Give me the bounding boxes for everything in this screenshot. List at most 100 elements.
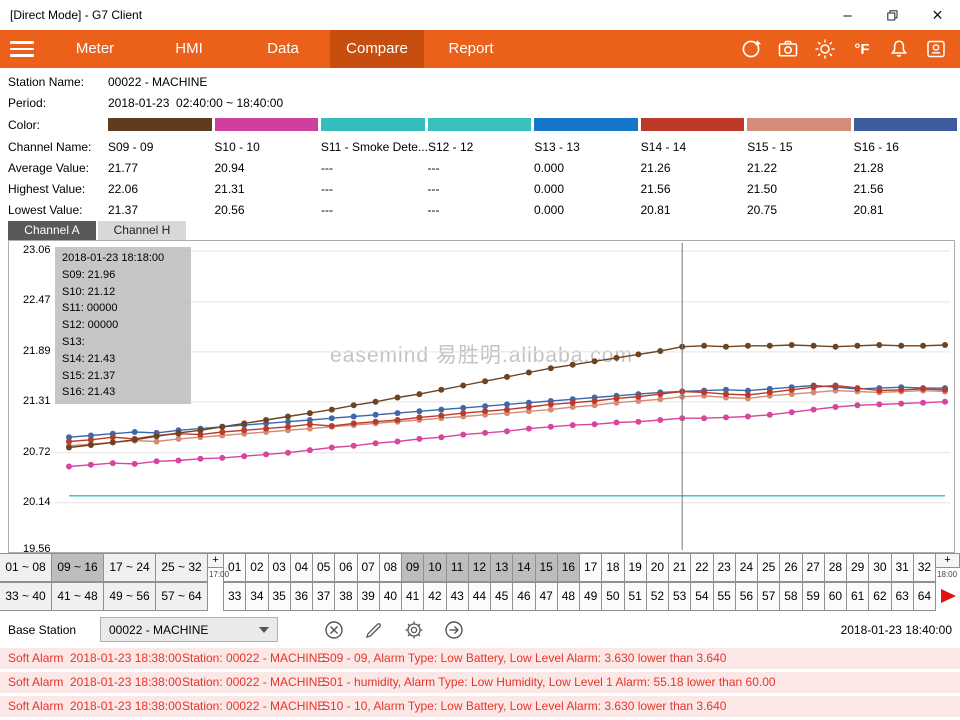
- trend-chart[interactable]: easemind 易胜明.alibaba.com 23.06 22.47 21.…: [8, 240, 955, 553]
- channel-number-cell[interactable]: 38: [334, 582, 357, 611]
- channel-number-cell[interactable]: 41: [401, 582, 424, 611]
- channel-number-cell[interactable]: 47: [535, 582, 558, 611]
- channel-range-cell[interactable]: 41 ~ 48: [51, 582, 104, 611]
- channel-number-cell[interactable]: 05: [312, 553, 335, 582]
- temperature-unit-icon[interactable]: °F: [850, 37, 874, 61]
- alarm-row[interactable]: Soft Alarm 2018-01-23 18:38:00 Station: …: [0, 672, 960, 693]
- channel-number-cell[interactable]: 15: [535, 553, 558, 582]
- channel-number-cell[interactable]: 35: [268, 582, 291, 611]
- menu-icon[interactable]: [10, 37, 34, 61]
- channel-number-cell[interactable]: 20: [646, 553, 669, 582]
- channel-number-cell[interactable]: 32: [913, 553, 936, 582]
- channel-range-cell[interactable]: 33 ~ 40: [0, 582, 52, 611]
- channel-number-cell[interactable]: 17: [579, 553, 602, 582]
- alarm-bell-icon[interactable]: [887, 37, 911, 61]
- channel-number-cell[interactable]: 46: [512, 582, 535, 611]
- tab-channel-a[interactable]: Channel A: [8, 221, 96, 240]
- channel-number-cell[interactable]: 09: [401, 553, 424, 582]
- channel-number-cell[interactable]: 16: [557, 553, 580, 582]
- channel-range-cell[interactable]: 25 ~ 32: [155, 553, 208, 582]
- brightness-icon[interactable]: [813, 37, 837, 61]
- channel-number-cell[interactable]: 63: [891, 582, 914, 611]
- channel-number-cell[interactable]: 40: [379, 582, 402, 611]
- channel-number-cell[interactable]: 59: [802, 582, 825, 611]
- channel-number-cell[interactable]: 25: [757, 553, 780, 582]
- channel-number-cell[interactable]: 45: [490, 582, 513, 611]
- sync-icon[interactable]: [739, 37, 763, 61]
- channel-number-cell[interactable]: 04: [290, 553, 313, 582]
- channel-number-cell[interactable]: 42: [423, 582, 446, 611]
- channel-number-cell[interactable]: 54: [690, 582, 713, 611]
- channel-number-cell[interactable]: 29: [846, 553, 869, 582]
- channel-number-cell[interactable]: 24: [735, 553, 758, 582]
- go-arrow-icon[interactable]: [442, 618, 466, 642]
- edit-icon[interactable]: [362, 618, 386, 642]
- expand-channels-button[interactable]: +: [935, 553, 960, 568]
- channel-number-cell[interactable]: 33: [223, 582, 246, 611]
- channel-number-cell[interactable]: 53: [668, 582, 691, 611]
- channel-number-cell[interactable]: 56: [735, 582, 758, 611]
- close-button[interactable]: ×: [915, 0, 960, 30]
- camera-icon[interactable]: [776, 37, 800, 61]
- clear-icon[interactable]: [322, 618, 346, 642]
- base-station-select[interactable]: 00022 - MACHINE: [100, 617, 278, 642]
- maximize-button[interactable]: [870, 0, 915, 30]
- tab-report[interactable]: Report: [424, 30, 518, 68]
- tab-hmi[interactable]: HMI: [142, 30, 236, 68]
- channel-number-cell[interactable]: 31: [891, 553, 914, 582]
- channel-number-cell[interactable]: 08: [379, 553, 402, 582]
- channel-number-cell[interactable]: 57: [757, 582, 780, 611]
- expand-channels-button[interactable]: +: [207, 553, 224, 568]
- channel-number-cell[interactable]: 55: [713, 582, 736, 611]
- alarm-row[interactable]: Soft Alarm 2018-01-23 18:38:00 Station: …: [0, 696, 960, 717]
- channel-number-cell[interactable]: 58: [779, 582, 802, 611]
- channel-number-cell[interactable]: 50: [601, 582, 624, 611]
- channel-number-cell[interactable]: 14: [512, 553, 535, 582]
- channel-number-cell[interactable]: 03: [268, 553, 291, 582]
- channel-number-cell[interactable]: 51: [624, 582, 647, 611]
- alarm-row[interactable]: Soft Alarm 2018-01-23 18:38:00 Station: …: [0, 648, 960, 669]
- channel-number-cell[interactable]: 48: [557, 582, 580, 611]
- tab-data[interactable]: Data: [236, 30, 330, 68]
- channel-number-cell[interactable]: 18: [601, 553, 624, 582]
- channel-number-cell[interactable]: 22: [690, 553, 713, 582]
- channel-number-cell[interactable]: 02: [245, 553, 268, 582]
- tab-compare[interactable]: Compare: [330, 30, 424, 68]
- channel-number-cell[interactable]: 19: [624, 553, 647, 582]
- channel-number-cell[interactable]: 43: [446, 582, 469, 611]
- channel-number-cell[interactable]: 39: [357, 582, 380, 611]
- channel-number-cell[interactable]: 23: [713, 553, 736, 582]
- channel-number-cell[interactable]: 62: [868, 582, 891, 611]
- channel-number-cell[interactable]: 07: [357, 553, 380, 582]
- channel-number-cell[interactable]: 21: [668, 553, 691, 582]
- channel-number-cell[interactable]: 11: [446, 553, 469, 582]
- channel-number-cell[interactable]: 52: [646, 582, 669, 611]
- channel-number-cell[interactable]: 10: [423, 553, 446, 582]
- tab-meter[interactable]: Meter: [48, 30, 142, 68]
- channel-number-cell[interactable]: 30: [868, 553, 891, 582]
- channel-number-cell[interactable]: 27: [802, 553, 825, 582]
- channel-range-cell[interactable]: 57 ~ 64: [155, 582, 208, 611]
- tab-channel-h[interactable]: Channel H: [98, 221, 186, 240]
- channel-number-cell[interactable]: 64: [913, 582, 936, 611]
- channel-number-cell[interactable]: 61: [846, 582, 869, 611]
- channel-number-cell[interactable]: 13: [490, 553, 513, 582]
- channel-number-cell[interactable]: 28: [824, 553, 847, 582]
- channel-number-cell[interactable]: 36: [290, 582, 313, 611]
- next-page-arrow-icon[interactable]: [941, 589, 956, 603]
- channel-range-cell[interactable]: 49 ~ 56: [103, 582, 156, 611]
- channel-number-cell[interactable]: 34: [245, 582, 268, 611]
- channel-number-cell[interactable]: 06: [334, 553, 357, 582]
- alarm-panel-icon[interactable]: [924, 37, 948, 61]
- channel-range-cell[interactable]: 01 ~ 08: [0, 553, 52, 582]
- channel-number-cell[interactable]: 44: [468, 582, 491, 611]
- channel-number-cell[interactable]: 12: [468, 553, 491, 582]
- channel-range-cell[interactable]: 17 ~ 24: [103, 553, 156, 582]
- channel-range-cell[interactable]: 09 ~ 16: [51, 553, 104, 582]
- channel-number-cell[interactable]: 26: [779, 553, 802, 582]
- minimize-button[interactable]: –: [825, 0, 870, 30]
- channel-number-cell[interactable]: 60: [824, 582, 847, 611]
- settings-gear-icon[interactable]: [402, 618, 426, 642]
- channel-number-cell[interactable]: 37: [312, 582, 335, 611]
- channel-number-cell[interactable]: 49: [579, 582, 602, 611]
